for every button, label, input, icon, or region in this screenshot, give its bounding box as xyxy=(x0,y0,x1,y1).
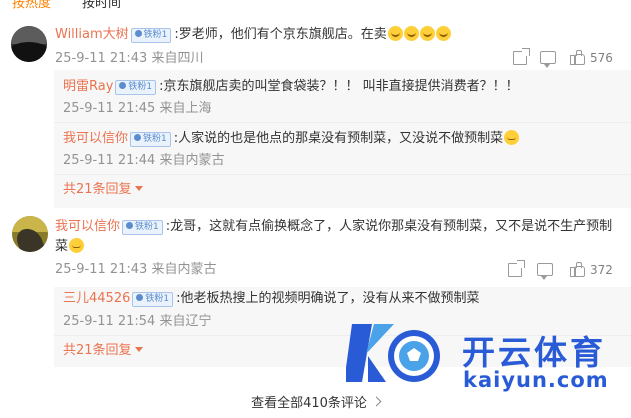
comment-username[interactable]: William大树 xyxy=(55,27,129,42)
reply-username[interactable]: 我可以信你 xyxy=(63,131,128,146)
comment-line: William大树 铁粉1:罗老师，他们有个京东旗舰店。在卖 xyxy=(55,26,451,44)
grin-emoji-icon xyxy=(387,26,403,41)
comment-text: :龙哥，这就有点偷换概念了，人家说你那桌没有预制菜，又不是说不生产预制 xyxy=(165,219,613,234)
fan-badge: 铁粉1 xyxy=(130,132,171,147)
grin-emoji-icon xyxy=(419,26,435,41)
fan-badge: 铁粉1 xyxy=(132,292,174,307)
comment-username[interactable]: 我可以信你 xyxy=(55,219,120,234)
reply-line: 三儿44526 铁粉1:他老板热搜上的视频明确说了，没有从来不做预制菜 xyxy=(63,290,479,308)
smile-emoji-icon xyxy=(504,130,520,145)
comment-icon[interactable] xyxy=(537,263,553,280)
like-count: 372 xyxy=(590,263,613,277)
more-replies-link[interactable]: 共21条回复 xyxy=(63,182,143,198)
chevron-down-icon xyxy=(134,186,143,191)
share-icon[interactable] xyxy=(513,48,530,65)
like-count: 576 xyxy=(590,51,613,65)
reply-meta: 25-9-11 21:45 来自上海 xyxy=(63,101,212,116)
comment-icon[interactable] xyxy=(540,51,556,68)
divider xyxy=(54,122,631,123)
fan-badge: 铁粉1 xyxy=(115,80,157,95)
comment-meta: 25-9-11 21:43 来自四川 xyxy=(55,51,204,66)
avatar[interactable] xyxy=(11,26,47,62)
divider xyxy=(54,174,631,175)
watermark-logo xyxy=(346,324,440,382)
comment-meta: 25-9-11 21:43 来自内蒙古 xyxy=(55,262,217,277)
reply-meta: 25-9-11 21:44 来自内蒙古 xyxy=(63,153,225,168)
reply-line: 我可以信你 铁粉1:人家说的也是他点的那桌没有预制菜，又没说不做预制菜 xyxy=(63,130,520,148)
watermark-text: 开云体育 xyxy=(462,333,606,372)
fan-badge: 铁粉1 xyxy=(130,28,172,43)
grin-emoji-icon xyxy=(403,26,419,41)
reply-text: :人家说的也是他点的那桌没有预制菜，又没说不做预制菜 xyxy=(173,131,504,146)
grin-emoji-icon xyxy=(435,26,451,41)
share-icon[interactable] xyxy=(508,260,525,277)
comment-text: 菜 xyxy=(55,239,69,254)
comment-line: 我可以信你 铁粉1:龙哥，这就有点偷换概念了，人家说你那桌没有预制菜，又不是说不生… xyxy=(55,218,612,236)
reply-text: :京东旗舰店卖的叫堂食袋装？！！ 叫非直接提供消费者？！！ xyxy=(159,79,519,94)
chevron-right-icon xyxy=(371,396,382,407)
comment-line: 菜 xyxy=(55,238,85,256)
view-all-comments-link[interactable]: 查看全部410条评论 xyxy=(0,392,631,411)
fan-badge: 铁粉1 xyxy=(122,220,163,235)
like-icon[interactable] xyxy=(570,50,585,65)
smile-emoji-icon xyxy=(69,238,85,253)
watermark-url: kaiyun.com xyxy=(463,368,609,392)
reply-username[interactable]: 明雷Ray xyxy=(63,79,113,94)
chevron-down-icon xyxy=(134,347,143,352)
like-icon[interactable] xyxy=(570,262,585,277)
reply-meta: 25-9-11 21:54 来自辽宁 xyxy=(63,314,212,329)
comment-text: :罗老师，他们有个京东旗舰店。在卖 xyxy=(174,27,387,42)
reply-line: 明雷Ray 铁粉1:京东旗舰店卖的叫堂食袋装？！！ 叫非直接提供消费者？！！ xyxy=(63,78,519,96)
reply-text: :他老板热搜上的视频明确说了，没有从来不做预制菜 xyxy=(176,291,480,306)
sort-by-hot-tab[interactable]: 按热度 xyxy=(12,0,51,11)
sort-by-time-tab[interactable]: 按时间 xyxy=(82,0,121,11)
avatar[interactable] xyxy=(12,216,48,252)
reply-username[interactable]: 三儿44526 xyxy=(63,291,130,306)
more-replies-link[interactable]: 共21条回复 xyxy=(63,343,143,359)
